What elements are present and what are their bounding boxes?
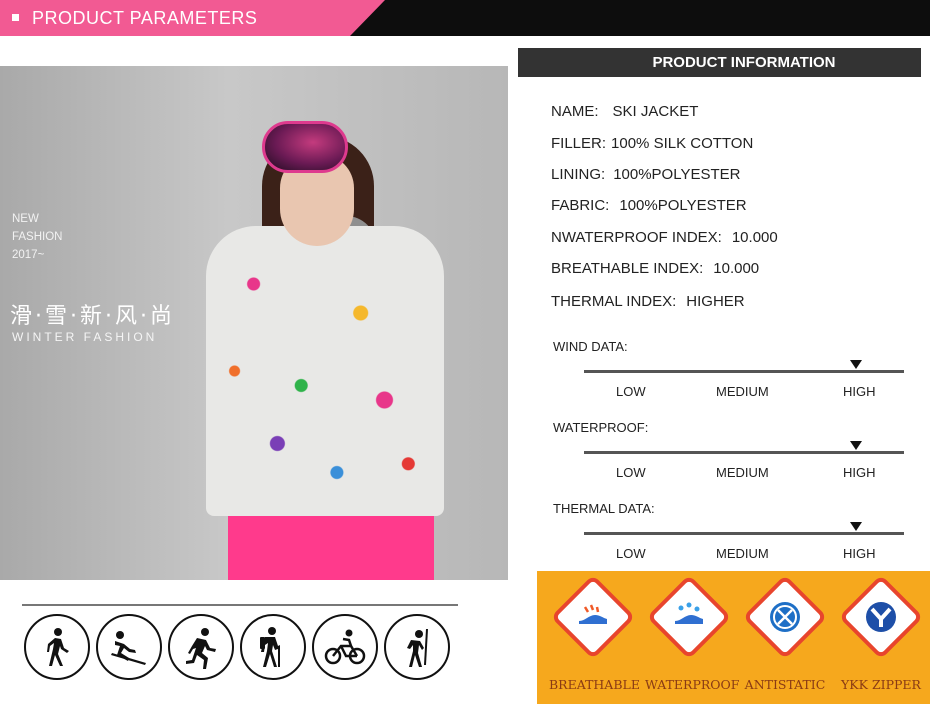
ykk-logo-icon bbox=[863, 599, 899, 635]
product-info-header: PRODUCT INFORMATION bbox=[518, 48, 921, 77]
running-icon bbox=[168, 614, 234, 680]
feature-ykk-zipper: YKK ZIPPER bbox=[837, 574, 925, 692]
ski-jacket bbox=[206, 226, 444, 516]
thermal-scale-line bbox=[584, 532, 904, 535]
features-panel: BREATHABLE WATERPROOF ANTISTATIC YKK ZIP… bbox=[537, 571, 930, 704]
wind-high-label: HIGH bbox=[843, 384, 876, 399]
feature-badge bbox=[838, 574, 924, 660]
feature-badge bbox=[742, 574, 828, 660]
header-bar: PRODUCT PARAMETERS bbox=[0, 0, 930, 36]
spec-value: 10.000 bbox=[713, 260, 760, 277]
spec-row-name: NAME: SKI JACKET bbox=[551, 103, 698, 120]
spec-value: 100% SILK COTTON bbox=[611, 135, 754, 152]
caption-line: FASHION bbox=[12, 231, 63, 243]
spec-label: NWATERPROOF INDEX: bbox=[551, 229, 722, 246]
header-bullet bbox=[12, 14, 19, 21]
feature-badge bbox=[550, 574, 636, 660]
antistatic-icon bbox=[767, 599, 803, 635]
spec-label: FABRIC: bbox=[551, 197, 610, 214]
walking-icon bbox=[24, 614, 90, 680]
feature-badge bbox=[646, 574, 732, 660]
wind-level-marker bbox=[850, 360, 862, 369]
wind-medium-label: MEDIUM bbox=[716, 384, 769, 399]
spec-value: HIGHER bbox=[686, 293, 745, 310]
thermal-medium-label: MEDIUM bbox=[716, 546, 769, 561]
spec-value: 10.000 bbox=[731, 229, 778, 246]
caption-line: NEW bbox=[12, 213, 39, 225]
thermal-high-label: HIGH bbox=[843, 546, 876, 561]
shoe-waterproof-icon bbox=[671, 599, 707, 635]
skiing-icon bbox=[96, 614, 162, 680]
chinese-title: 滑·雪·新·风·尚 bbox=[10, 304, 175, 329]
ski-pants bbox=[228, 516, 434, 580]
waterproof-medium-label: MEDIUM bbox=[716, 465, 769, 480]
waterproof-low-label: LOW bbox=[616, 465, 646, 480]
spec-label: FILLER: bbox=[551, 135, 607, 152]
wind-scale-line bbox=[584, 370, 904, 373]
feature-breathable: BREATHABLE bbox=[549, 574, 640, 692]
spec-row-breathable-index: BREATHABLE INDEX: 10.000 bbox=[551, 260, 759, 277]
climbing-icon bbox=[384, 614, 450, 680]
spec-value: SKI JACKET bbox=[612, 103, 699, 120]
new-fashion-caption: NEW FASHION 2017~ bbox=[12, 210, 62, 264]
waterproof-title: WATERPROOF: bbox=[553, 420, 649, 435]
header-title: PRODUCT PARAMETERS bbox=[32, 8, 258, 28]
activity-icons bbox=[24, 614, 450, 680]
wind-low-label: LOW bbox=[616, 384, 646, 399]
thermal-data-title: THERMAL DATA: bbox=[553, 501, 655, 516]
thermal-level-marker bbox=[850, 522, 862, 531]
spec-label: THERMAL INDEX: bbox=[551, 293, 677, 310]
wind-data-title: WIND DATA: bbox=[553, 339, 628, 354]
spec-row-lining: LINING: 100%POLYESTER bbox=[551, 166, 740, 183]
spec-value: 100%POLYESTER bbox=[613, 166, 741, 183]
thermal-low-label: LOW bbox=[616, 546, 646, 561]
spec-value: 100%POLYESTER bbox=[619, 197, 747, 214]
product-info-title: PRODUCT INFORMATION bbox=[652, 54, 836, 71]
feature-label: ANTISTATIC bbox=[744, 677, 826, 692]
hiking-icon bbox=[240, 614, 306, 680]
feature-antistatic: ANTISTATIC bbox=[741, 574, 829, 692]
waterproof-high-label: HIGH bbox=[843, 465, 876, 480]
feature-label: YKK ZIPPER bbox=[841, 677, 921, 692]
waterproof-level-marker bbox=[850, 441, 862, 450]
feature-label: WATERPROOF bbox=[645, 677, 740, 692]
caption-line: 2017~ bbox=[12, 249, 45, 261]
spec-label: LINING: bbox=[551, 166, 606, 183]
winter-fashion-subtitle: WINTER FASHION bbox=[12, 330, 158, 344]
spec-label: BREATHABLE INDEX: bbox=[551, 260, 704, 277]
ski-goggles bbox=[262, 121, 348, 173]
feature-label: BREATHABLE bbox=[549, 677, 640, 692]
spec-row-fabric: FABRIC: 100%POLYESTER bbox=[551, 197, 747, 214]
activity-divider bbox=[22, 604, 458, 606]
waterproof-scale-line bbox=[584, 451, 904, 454]
cycling-icon bbox=[312, 614, 378, 680]
spec-row-waterproof-index: NWATERPROOF INDEX: 10.000 bbox=[551, 229, 778, 246]
spec-row-filler: FILLER: 100% SILK COTTON bbox=[551, 135, 753, 152]
shoe-breathable-icon bbox=[575, 599, 611, 635]
product-photo: NEW FASHION 2017~ 滑·雪·新·风·尚 WINTER FASHI… bbox=[0, 66, 508, 580]
spec-label: NAME: bbox=[551, 103, 599, 120]
spec-row-thermal-index: THERMAL INDEX: HIGHER bbox=[551, 293, 745, 310]
feature-waterproof: WATERPROOF bbox=[645, 574, 739, 692]
